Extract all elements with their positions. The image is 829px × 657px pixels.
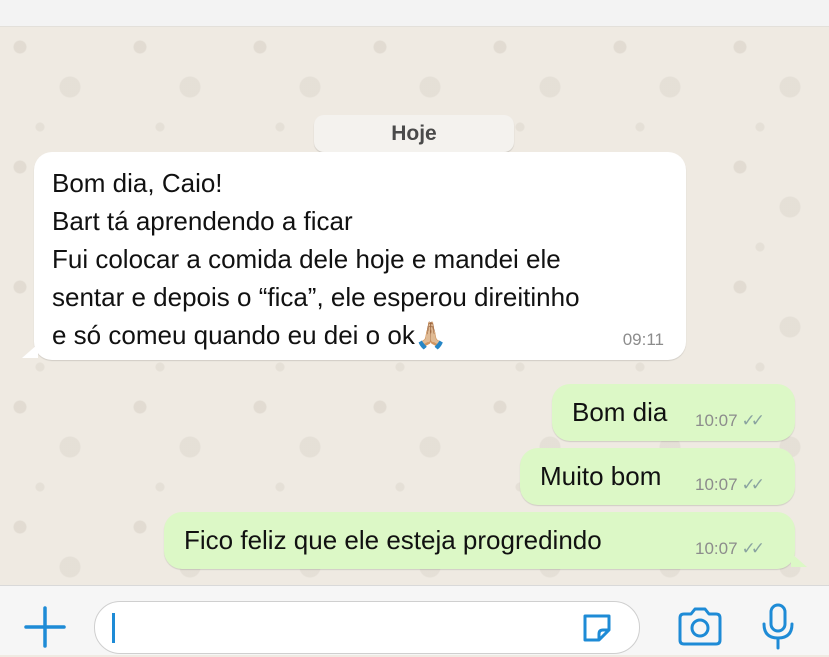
outgoing-message[interactable]: Fico feliz que ele esteja progredindo 10… xyxy=(164,512,807,569)
date-label: Hoje xyxy=(391,121,437,145)
bubble-tail xyxy=(791,553,807,567)
sticker-icon[interactable] xyxy=(579,610,615,646)
incoming-message[interactable]: Bom dia, Caio! Bart tá aprendendo a fica… xyxy=(22,152,686,360)
message-line: Fui colocar a comida dele hoje e mandei … xyxy=(52,244,561,274)
message-time-group: 10:07 ✓✓ xyxy=(695,411,765,431)
message-time-group: 10:07 ✓✓ xyxy=(695,475,765,495)
message-time: 10:07 xyxy=(695,475,738,494)
message-text: Bom dia, Caio! Bart tá aprendendo a fica… xyxy=(52,164,580,354)
message-line: sentar e depois o “fica”, ele esperou di… xyxy=(52,282,580,312)
message-time: 09:11 xyxy=(622,330,664,349)
message-input[interactable] xyxy=(94,601,640,654)
message-line: e só comeu quando eu dei o ok🙏🏼 xyxy=(52,320,448,350)
plus-icon[interactable] xyxy=(22,604,68,650)
microphone-icon[interactable] xyxy=(760,602,796,652)
message-line: Bart tá aprendendo a ficar xyxy=(52,206,353,236)
message-text: Muito bom xyxy=(540,461,662,491)
double-check-icon: ✓✓ xyxy=(741,411,765,430)
bubble-tail xyxy=(22,344,38,358)
message-time: 10:07 xyxy=(695,411,738,430)
top-bar xyxy=(0,0,829,27)
message-text: Fico feliz que ele esteja progredindo xyxy=(184,525,602,555)
message-time: 10:07 xyxy=(695,539,738,558)
composer-bar xyxy=(0,585,829,655)
double-check-icon: ✓✓ xyxy=(741,539,765,558)
date-separator: Hoje xyxy=(314,115,514,152)
camera-icon[interactable] xyxy=(676,606,724,648)
message-time-group: 10:07 ✓✓ xyxy=(695,539,765,559)
chat-area[interactable]: Hoje Bom dia, Caio! Bart tá aprendendo a… xyxy=(0,27,829,585)
double-check-icon: ✓✓ xyxy=(741,475,765,494)
outgoing-message[interactable]: Bom dia 10:07 ✓✓ xyxy=(552,384,795,441)
message-text: Bom dia xyxy=(572,397,668,427)
outgoing-message[interactable]: Muito bom 10:07 ✓✓ xyxy=(520,448,795,505)
text-caret xyxy=(112,613,115,643)
message-line: Bom dia, Caio! xyxy=(52,168,223,198)
